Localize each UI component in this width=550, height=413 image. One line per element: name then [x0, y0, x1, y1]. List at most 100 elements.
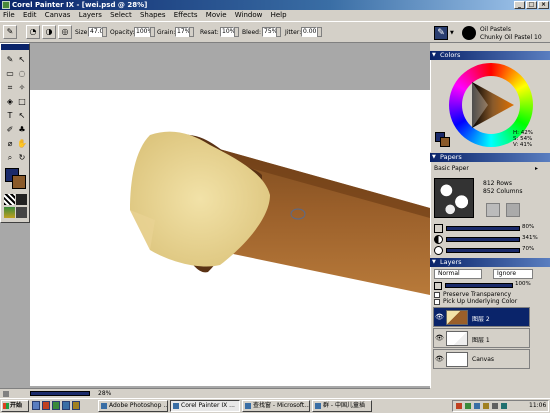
- layer-opacity-value: 100%: [515, 281, 531, 287]
- brush-category-icon[interactable]: ✎: [434, 26, 448, 40]
- pointer-icon[interactable]: ↖: [16, 110, 28, 122]
- opacity-field[interactable]: 100%: [134, 27, 153, 37]
- weaving-selector-icon[interactable]: [16, 207, 27, 218]
- pen-icon[interactable]: ✐: [4, 124, 16, 136]
- stroke-type-icon[interactable]: ◑: [42, 25, 56, 39]
- preserve-transparency-checkbox[interactable]: [434, 292, 440, 298]
- jitter-spinner[interactable]: [317, 27, 322, 37]
- visibility-eye-icon[interactable]: 👁: [435, 355, 444, 363]
- menu-select[interactable]: Select: [110, 11, 132, 19]
- brush-variant-icon[interactable]: [462, 26, 476, 40]
- clock[interactable]: 11:06: [529, 401, 546, 411]
- rotate-icon[interactable]: ↻: [16, 152, 28, 164]
- menu-effects[interactable]: Effects: [174, 11, 198, 19]
- layer-row-canvas[interactable]: 👁 Canvas: [433, 349, 530, 369]
- bleed-spinner[interactable]: [276, 27, 281, 37]
- resat-spinner[interactable]: [234, 27, 239, 37]
- paper-texture-preview[interactable]: [434, 178, 474, 218]
- tray-icon[interactable]: [483, 403, 489, 409]
- layer-row-2[interactable]: 👁 图层 2: [433, 307, 530, 327]
- shape-icon[interactable]: □: [16, 96, 28, 108]
- magnifier-icon[interactable]: ⌕: [4, 152, 16, 164]
- visibility-eye-icon[interactable]: 👁: [435, 334, 444, 342]
- quick-launch-icon[interactable]: [52, 401, 60, 410]
- menu-movie[interactable]: Movie: [206, 11, 227, 19]
- rect-select-icon[interactable]: ▭: [4, 68, 16, 80]
- grain-spinner[interactable]: [189, 27, 194, 37]
- task-photoshop[interactable]: Adobe Photoshop ...: [98, 400, 168, 412]
- layers-panel-header[interactable]: Layers: [430, 258, 550, 267]
- colors-panel-header[interactable]: Colors: [430, 51, 550, 60]
- minimize-button[interactable]: _: [514, 1, 525, 9]
- quick-launch-icon[interactable]: [72, 401, 80, 410]
- task-browser[interactable]: 查找窗 - Microsoft...: [242, 400, 310, 412]
- paper-options-button[interactable]: [506, 203, 520, 217]
- brush-tool-icon[interactable]: ✎: [3, 25, 17, 39]
- quick-launch-icon[interactable]: [42, 401, 50, 410]
- volume-icon[interactable]: [492, 403, 498, 409]
- pattern-selector-icon[interactable]: [4, 207, 15, 218]
- zoom-slider[interactable]: [30, 391, 90, 396]
- layer-row-1[interactable]: 👁 图层 1: [433, 328, 530, 348]
- main-color-swatch[interactable]: [12, 175, 26, 189]
- chevron-down-icon[interactable]: ▼: [450, 26, 455, 40]
- paper-selector-icon[interactable]: [4, 194, 15, 205]
- brightness-slider[interactable]: [446, 248, 520, 253]
- visibility-eye-icon[interactable]: 👁: [435, 313, 444, 321]
- scale-slider[interactable]: [446, 226, 520, 231]
- layer-adjuster-icon[interactable]: ↖: [16, 54, 28, 66]
- opacity-spinner[interactable]: [150, 27, 155, 37]
- close-button[interactable]: ×: [538, 1, 549, 9]
- menu-layers[interactable]: Layers: [79, 11, 102, 19]
- contrast-slider[interactable]: [446, 237, 520, 242]
- composite-method-select[interactable]: Normal: [434, 269, 482, 279]
- canvas[interactable]: [30, 90, 430, 386]
- brush-tool-icon[interactable]: ✎: [4, 54, 16, 66]
- resize-icon[interactable]: ◎: [58, 25, 72, 39]
- resat-field[interactable]: 10%: [220, 27, 235, 37]
- chevron-right-icon[interactable]: ▸: [535, 165, 538, 172]
- task-chat[interactable]: 群 - 中国儿童插: [312, 400, 372, 412]
- paper-name[interactable]: Basic Paper: [434, 165, 469, 172]
- tray-icon[interactable]: [474, 403, 480, 409]
- tray-icon[interactable]: [456, 403, 462, 409]
- menu-canvas[interactable]: Canvas: [45, 11, 71, 19]
- lasso-icon[interactable]: ◌: [16, 68, 28, 80]
- hand-icon[interactable]: ✋: [16, 138, 28, 150]
- text-icon[interactable]: T: [4, 110, 16, 122]
- magic-wand-icon[interactable]: ✧: [16, 82, 28, 94]
- main-color-chip[interactable]: [440, 137, 450, 147]
- saturation-value-triangle[interactable]: [464, 78, 518, 132]
- menu-window[interactable]: Window: [235, 11, 263, 19]
- papers-panel-header[interactable]: Papers: [430, 153, 550, 162]
- menu-shapes[interactable]: Shapes: [140, 11, 166, 19]
- layer-opacity-slider[interactable]: [445, 283, 513, 288]
- dropper-icon[interactable]: ⌀: [4, 138, 16, 150]
- invert-paper-button[interactable]: [486, 203, 500, 217]
- task-painter[interactable]: Corel Painter IX ...: [170, 400, 240, 412]
- jitter-field[interactable]: 0.00: [301, 27, 317, 37]
- quick-launch-icon[interactable]: [32, 401, 40, 410]
- rubber-stamp-icon[interactable]: ♣: [16, 124, 28, 136]
- menu-help[interactable]: Help: [271, 11, 287, 19]
- paint-bucket-icon[interactable]: ◈: [4, 96, 16, 108]
- grain-field[interactable]: 17%: [175, 27, 190, 37]
- tray-icon[interactable]: [501, 403, 507, 409]
- gradient-selector-icon[interactable]: [16, 194, 27, 205]
- crop-icon[interactable]: ⌗: [4, 82, 16, 94]
- start-button[interactable]: 开始: [1, 400, 29, 412]
- tray-icon[interactable]: [465, 403, 471, 409]
- menu-file[interactable]: File: [3, 11, 15, 19]
- bleed-field[interactable]: 75%: [262, 27, 277, 37]
- brush-variant-name[interactable]: Chunky Oil Pastel 10: [480, 34, 542, 41]
- quick-launch-icon[interactable]: [62, 401, 70, 410]
- size-field[interactable]: 47.0: [88, 27, 103, 37]
- menu-edit[interactable]: Edit: [23, 11, 37, 19]
- layer-name: 图层 2: [472, 316, 490, 323]
- pick-up-color-checkbox[interactable]: [434, 299, 440, 305]
- size-spinner[interactable]: [102, 27, 107, 37]
- composite-depth-select[interactable]: Ignore: [493, 269, 533, 279]
- maximize-button[interactable]: □: [526, 1, 537, 9]
- brush-dab-icon[interactable]: ◔: [26, 25, 40, 39]
- brush-category-name[interactable]: Oil Pastels: [480, 26, 511, 33]
